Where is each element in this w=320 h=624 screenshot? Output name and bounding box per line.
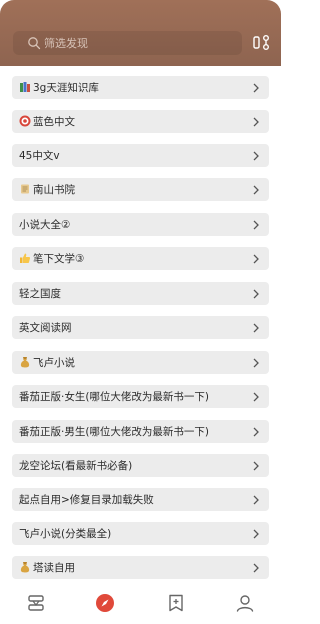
bookmark-icon xyxy=(169,594,183,612)
chevron-right-icon xyxy=(253,289,259,298)
target-emoji-icon xyxy=(19,115,31,127)
thumbs-up-emoji-icon xyxy=(20,253,31,263)
list-item-label: 塔读自用 xyxy=(33,562,75,574)
list-item[interactable]: 轻之国度 xyxy=(12,282,269,305)
list-item[interactable]: 番茄正版·男生(哪位大佬改为最新书一下) xyxy=(12,420,269,443)
chevron-right-icon xyxy=(253,151,259,160)
list-item-label: 龙空论坛(看最新书必备) xyxy=(19,460,133,472)
list-item-label: 南山书院 xyxy=(33,184,75,196)
search-input[interactable]: 筛选发现 xyxy=(13,31,242,55)
list-item[interactable]: 番茄正版·女生(哪位大佬改为最新书一下) xyxy=(12,385,269,408)
list-item-label: 45中文v xyxy=(19,150,60,162)
books-emoji-icon xyxy=(20,82,30,92)
list-item-label: 番茄正版·男生(哪位大佬改为最新书一下) xyxy=(19,426,210,438)
money-bag-emoji-icon xyxy=(20,562,30,573)
chevron-right-icon xyxy=(253,185,259,194)
list-item-label: 小说大全② xyxy=(19,219,71,231)
list-item-label: 飞卢小说(分类最全) xyxy=(19,528,112,540)
profile-tab[interactable] xyxy=(234,592,256,614)
list-item[interactable]: 蓝色中文 xyxy=(12,110,269,133)
chevron-right-icon xyxy=(253,117,259,126)
bookshelf-icon xyxy=(28,595,44,611)
list-item[interactable]: 小说大全② xyxy=(12,213,269,236)
list-item[interactable]: 英文阅读网 xyxy=(12,316,269,339)
header-bar: 筛选发现 xyxy=(0,0,281,66)
list-item[interactable]: 飞卢小说 xyxy=(12,351,269,374)
list-item[interactable]: 塔读自用 xyxy=(12,556,269,579)
chevron-right-icon xyxy=(253,461,259,470)
list-item[interactable]: 龙空论坛(看最新书必备) xyxy=(12,454,269,477)
discover-source-list: 3g天涯知识库 蓝色中文 45中文v 南山书院 小说大全② 笔下文学③ 轻之国度… xyxy=(12,66,269,580)
list-item[interactable]: 笔下文学③ xyxy=(12,247,269,270)
chevron-right-icon xyxy=(253,83,259,92)
scroll-emoji-icon xyxy=(21,184,29,194)
list-item-label: 英文阅读网 xyxy=(19,322,72,334)
list-item-label: 笔下文学③ xyxy=(33,253,85,265)
list-item-label: 3g天涯知识库 xyxy=(33,82,99,94)
list-item[interactable]: 起点自用>修复目录加载失败 xyxy=(12,488,269,511)
discover-icon xyxy=(96,594,114,612)
chevron-right-icon xyxy=(253,358,259,367)
list-item-label: 番茄正版·女生(哪位大佬改为最新书一下) xyxy=(19,391,210,403)
chevron-right-icon xyxy=(253,220,259,229)
bookshelf-tab[interactable] xyxy=(25,592,47,614)
bookmark-tab[interactable] xyxy=(165,592,187,614)
search-icon xyxy=(28,37,41,50)
list-item[interactable]: 3g天涯知识库 xyxy=(12,76,269,99)
chevron-right-icon xyxy=(253,495,259,504)
list-item-label: 起点自用>修复目录加载失败 xyxy=(19,494,154,506)
list-item-label: 蓝色中文 xyxy=(33,116,75,128)
bottom-nav xyxy=(0,580,281,624)
chevron-right-icon xyxy=(253,323,259,332)
list-item[interactable]: 南山书院 xyxy=(12,178,269,201)
money-bag-emoji-icon xyxy=(20,357,30,368)
group-share-icon[interactable] xyxy=(252,33,272,53)
chevron-right-icon xyxy=(253,427,259,436)
chevron-right-icon xyxy=(253,254,259,263)
search-placeholder: 筛选发现 xyxy=(44,37,88,50)
profile-icon xyxy=(236,595,254,612)
chevron-right-icon xyxy=(253,529,259,538)
chevron-right-icon xyxy=(253,392,259,401)
list-item-label: 轻之国度 xyxy=(19,288,61,300)
list-item[interactable]: 飞卢小说(分类最全) xyxy=(12,522,269,545)
list-item[interactable]: 45中文v xyxy=(12,144,269,167)
chevron-right-icon xyxy=(253,563,259,572)
list-item-label: 飞卢小说 xyxy=(33,357,75,369)
discover-tab[interactable] xyxy=(94,592,116,614)
